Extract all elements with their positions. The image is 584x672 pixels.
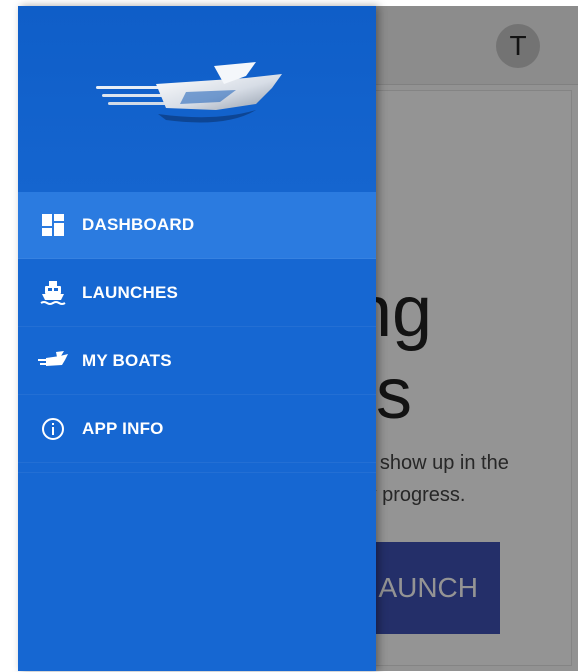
- drawer-item-label: LAUNCHES: [82, 283, 179, 302]
- drawer-item-app-info[interactable]: APP INFO: [18, 396, 376, 463]
- drawer-empty-area: [18, 472, 376, 672]
- navigation-drawer: DASHBOARD LAUNCHES MY BOATS APP INFO: [18, 6, 376, 671]
- drawer-item-launches[interactable]: LAUNCHES: [18, 260, 376, 327]
- drawer-item-label: DASHBOARD: [82, 215, 195, 234]
- speedboat-icon: [38, 348, 68, 374]
- drawer-item-my-boats[interactable]: MY BOATS: [18, 328, 376, 395]
- ferry-icon: [38, 280, 68, 306]
- drawer-header: [18, 6, 376, 192]
- drawer-item-label: MY BOATS: [82, 351, 172, 370]
- drawer-item-dashboard[interactable]: DASHBOARD: [18, 192, 376, 259]
- dashboard-icon: [38, 212, 68, 238]
- info-icon: [38, 416, 68, 442]
- drawer-item-label: APP INFO: [82, 419, 164, 438]
- boat-logo-icon: [96, 62, 282, 123]
